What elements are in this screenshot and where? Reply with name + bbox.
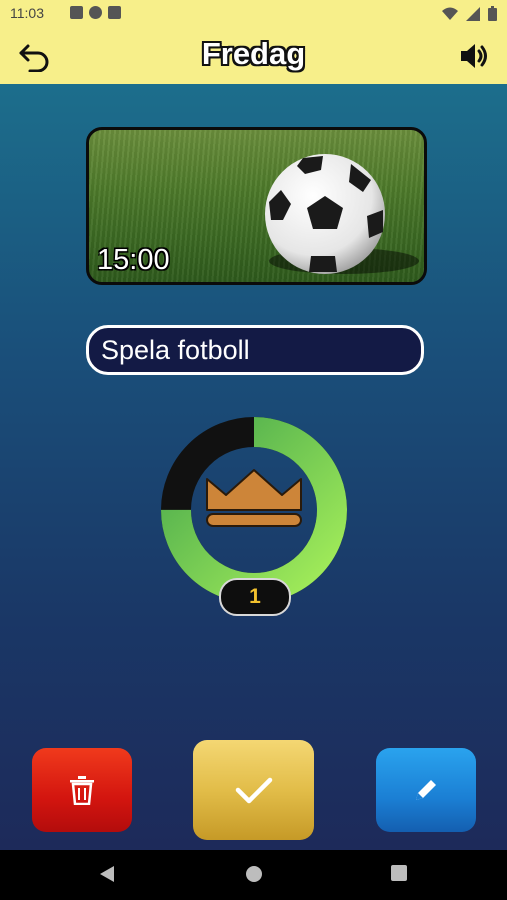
page-title: Fredag	[201, 36, 306, 71]
delete-button[interactable]	[32, 748, 132, 832]
checkmark-icon	[235, 777, 272, 804]
sd-card-icon	[108, 6, 121, 19]
home-circle-icon[interactable]	[244, 864, 264, 884]
edit-button[interactable]	[376, 748, 476, 832]
speaker-icon[interactable]	[459, 42, 491, 70]
completion-count-badge: 1	[219, 578, 291, 616]
notification-a-icon	[70, 6, 83, 19]
notification-p-icon	[89, 6, 102, 19]
progress-ring	[161, 417, 347, 603]
soccer-ball-image	[265, 154, 385, 274]
activity-time: 15:00	[97, 244, 170, 276]
crown-icon	[206, 469, 302, 527]
complete-button[interactable]	[193, 740, 314, 840]
cellular-icon	[466, 6, 480, 21]
battery-icon	[488, 6, 497, 21]
back-triangle-icon[interactable]	[98, 864, 116, 884]
wifi-icon	[442, 7, 458, 20]
activity-title: Spela fotboll	[101, 335, 250, 365]
app-bar: Fredag	[0, 28, 507, 84]
status-bar: 11:03	[0, 0, 507, 28]
activity-image[interactable]: 15:00	[86, 127, 427, 285]
activity-title-field: Spela fotboll	[86, 325, 424, 375]
status-time: 11:03	[10, 5, 44, 21]
pencil-icon	[416, 780, 436, 800]
system-nav-bar	[0, 850, 507, 900]
trash-icon	[70, 776, 94, 805]
recents-square-icon[interactable]	[390, 864, 408, 882]
